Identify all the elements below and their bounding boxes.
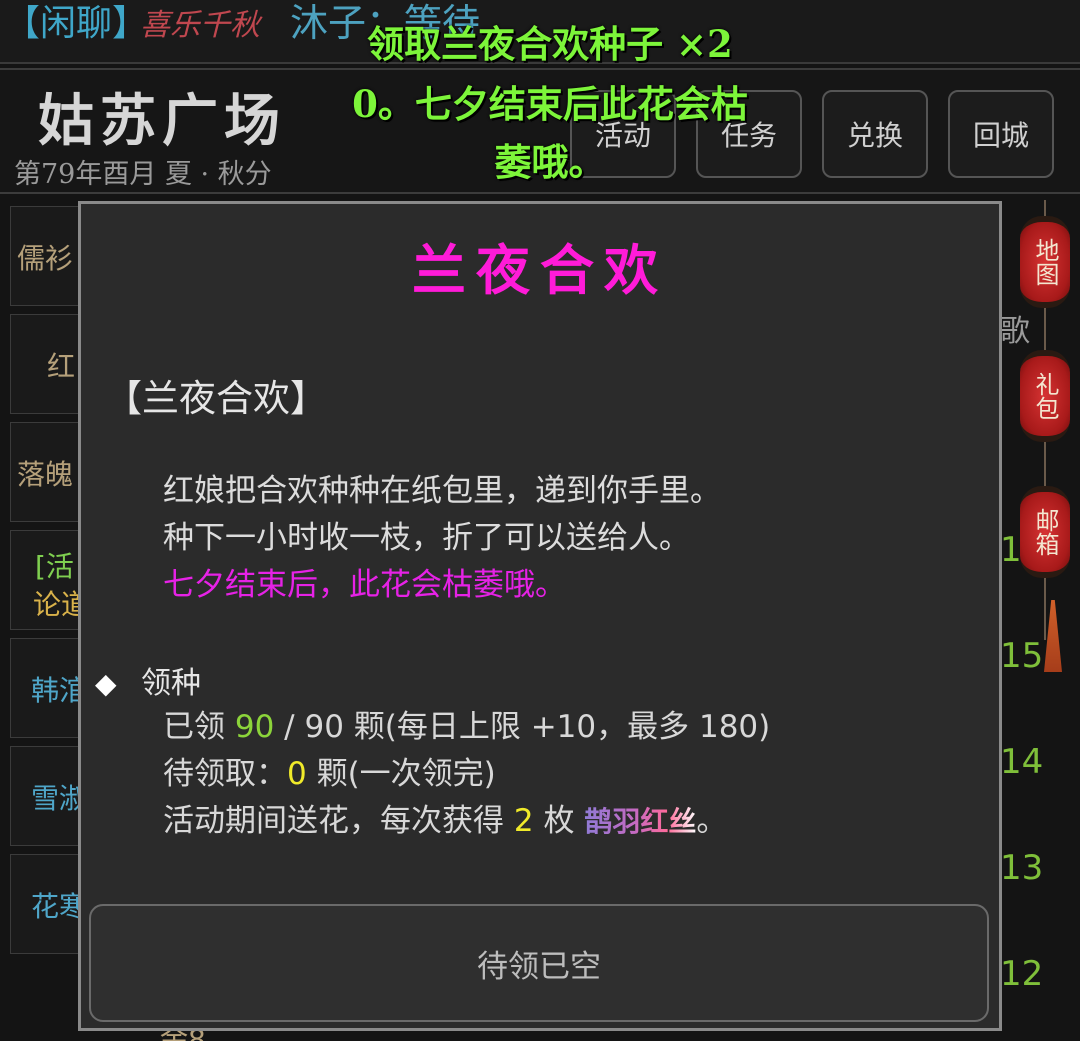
- list-item[interactable]: 韩涫: [10, 638, 82, 738]
- location-title: 姑苏广场: [38, 88, 286, 154]
- item-name: 【兰夜合欢】: [105, 377, 327, 420]
- diamond-icon: ◆: [95, 667, 117, 700]
- right-panel-number: 12: [1000, 954, 1044, 994]
- right-panel-number: 1: [1000, 530, 1022, 570]
- list-item[interactable]: 落魄: [10, 422, 82, 522]
- chat-channel: 【闲聊】: [4, 3, 149, 44]
- gift-row: 活动期间送花，每次获得 2 枚 鹊羽红丝。: [163, 803, 728, 839]
- right-panel-number: 13: [1000, 848, 1044, 888]
- notification-line: 0。七夕结束后此花会枯: [352, 82, 748, 126]
- claim-empty-button[interactable]: 待领已空: [89, 904, 989, 1022]
- list-item[interactable]: 花寒: [10, 854, 82, 954]
- claim-stats: 已领 90 / 90 颗(每日上限 +10，最多 180) 待领取：0 颗(一次…: [163, 704, 770, 845]
- right-panel: 歌 1 15 14 13 12: [998, 200, 1080, 1041]
- pending-row: 待领取：0 颗(一次领完): [163, 756, 496, 792]
- chat-sender[interactable]: 喜乐千秋: [140, 0, 260, 44]
- right-panel-number: 15: [1000, 636, 1044, 676]
- pending-count: 0: [287, 756, 307, 792]
- return-city-button[interactable]: 回城: [948, 90, 1054, 178]
- list-item[interactable]: [活 论道: [10, 530, 82, 630]
- right-panel-text: 歌: [1000, 314, 1030, 349]
- exchange-button[interactable]: 兑换: [822, 90, 928, 178]
- giftpack-lantern-button[interactable]: 礼包: [1020, 350, 1070, 442]
- list-item[interactable]: 红: [10, 314, 82, 414]
- reward-item-name: 鹊羽红丝: [584, 805, 697, 838]
- npc-list: 儒衫 红 落魄 [活 论道 韩涫 雪淑 花寒: [10, 206, 82, 966]
- description-line: 种下一小时收一枝，折了可以送给人。: [163, 520, 690, 556]
- gift-count: 2: [513, 803, 534, 839]
- item-dialog: 兰夜合欢 【兰夜合欢】 红娘把合欢种种在纸包里，递到你手里。 种下一小时收一枝，…: [78, 201, 1002, 1031]
- right-panel-number: 14: [1000, 742, 1044, 782]
- game-date: 第79年酉月 夏 · 秋分: [14, 159, 272, 190]
- mailbox-lantern-button[interactable]: 邮箱: [1020, 486, 1070, 578]
- dialog-title: 兰夜合欢: [412, 238, 668, 302]
- list-item[interactable]: 雪淑: [10, 746, 82, 846]
- item-description: 红娘把合欢种种在纸包里，递到你手里。 种下一小时收一枝，折了可以送给人。 七夕结…: [163, 468, 721, 609]
- map-lantern-button[interactable]: 地图: [1020, 216, 1070, 308]
- expiry-warning: 七夕结束后，此花会枯萎哦。: [163, 567, 566, 603]
- claimed-row: 已领 90 / 90 颗(每日上限 +10，最多 180): [163, 709, 771, 745]
- list-item[interactable]: 儒衫: [10, 206, 82, 306]
- claimed-count: 90: [234, 709, 275, 745]
- claim-section-header: ◆ 领种: [95, 658, 201, 702]
- description-line: 红娘把合欢种种在纸包里，递到你手里。: [163, 473, 721, 509]
- notification-line: 萎哦。: [494, 140, 606, 184]
- notification-line: 领取兰夜合欢种子 ×2: [367, 22, 733, 66]
- section-title: 领种: [141, 666, 201, 701]
